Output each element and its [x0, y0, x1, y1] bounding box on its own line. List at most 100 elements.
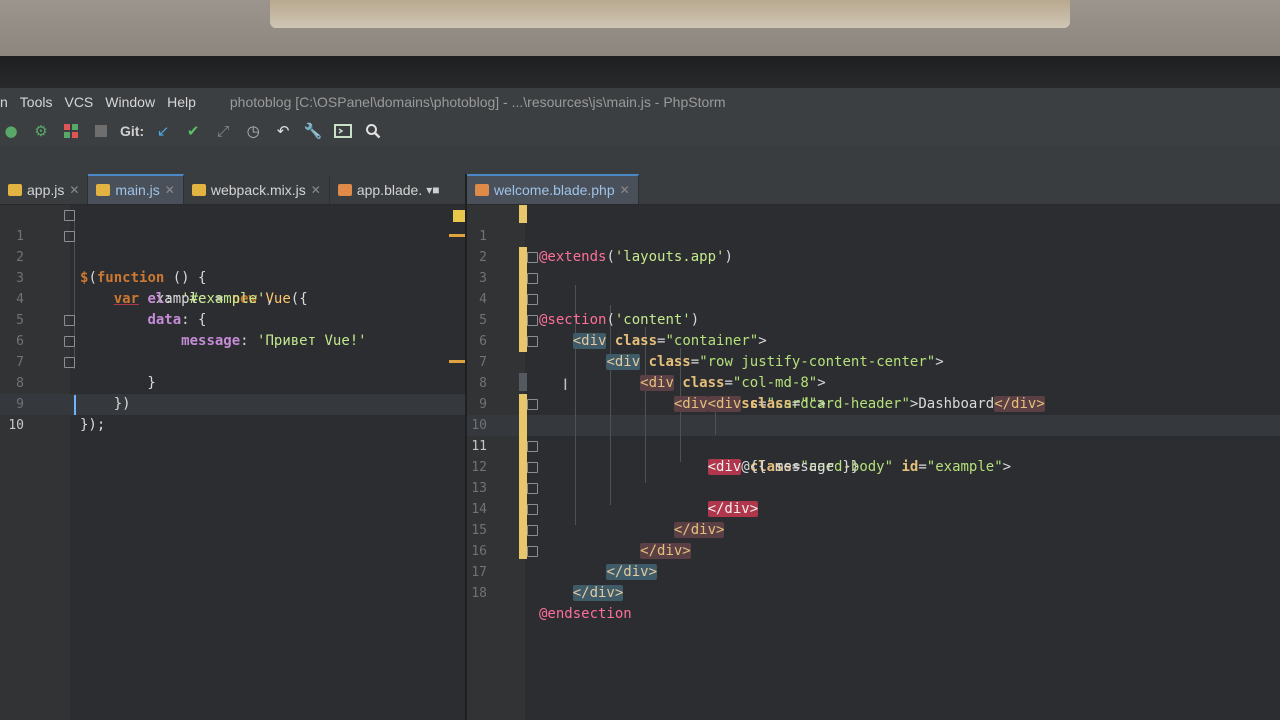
code-line: 9	[467, 373, 1280, 412]
coverage-icon[interactable]	[60, 120, 82, 142]
navigation-bar	[0, 146, 1280, 174]
tab-app-js[interactable]: app.js ✕	[0, 176, 89, 204]
tab-app-blade[interactable]: app.blade. ▾■	[330, 176, 448, 204]
code-line: 8 });	[0, 352, 465, 433]
git-label: Git:	[120, 123, 145, 139]
code-text: @endsection	[539, 606, 632, 622]
code-line: 7 <div class="card">	[467, 331, 1280, 412]
code-line: 13 </div>	[467, 457, 1280, 538]
fold-marker-icon[interactable]	[64, 315, 75, 326]
editor-welcome-blade[interactable]: 1 @extends('layouts.app') 2 3 @section('…	[467, 205, 1280, 720]
menu-item-window[interactable]: Window	[99, 94, 161, 110]
tab-label: app.js	[27, 182, 65, 198]
close-icon[interactable]: ✕	[311, 183, 321, 197]
fold-marker-icon[interactable]	[64, 231, 75, 242]
code-line: 3 @section('content')	[467, 247, 1280, 328]
fold-marker-icon[interactable]	[527, 504, 538, 515]
fold-marker-icon[interactable]	[527, 399, 538, 410]
fold-marker-icon[interactable]	[527, 252, 538, 263]
js-file-icon	[8, 184, 22, 196]
code-line: 2	[467, 226, 1280, 265]
menu-item-help[interactable]: Help	[161, 94, 202, 110]
terminal-icon[interactable]	[332, 120, 354, 142]
monitor-bezel	[0, 56, 1280, 92]
menu-item-vcs[interactable]: VCS	[58, 94, 99, 110]
left-tab-bar: app.js ✕ main.js ✕ webpack.mix.js ✕ app.…	[0, 174, 465, 205]
fold-marker-icon[interactable]	[64, 357, 75, 368]
vcs-update-icon[interactable]: ↙	[152, 120, 174, 142]
code-line: 9	[0, 373, 465, 412]
tab-label: main.js	[115, 182, 160, 198]
fold-marker-icon[interactable]	[527, 273, 538, 284]
right-tab-bar: welcome.blade.php ✕	[467, 174, 1280, 205]
phpstorm-window: n Tools VCS Window Help photoblog [C:\OS…	[0, 88, 1280, 720]
fold-marker-icon[interactable]	[527, 483, 538, 494]
code-text: </div>	[572, 585, 624, 601]
code-line: 8 <div class="card-header">Dashboard</di…	[467, 352, 1280, 412]
stop-icon[interactable]	[90, 120, 112, 142]
code-line: 15 </div>	[467, 499, 1280, 580]
blade-file-icon	[475, 184, 489, 196]
close-icon[interactable]: ✕	[69, 183, 79, 197]
search-icon[interactable]	[362, 120, 384, 142]
text-caret	[74, 395, 76, 415]
code-line: 2 var example = new Vue({	[0, 226, 465, 307]
warning-indicator-icon[interactable]	[453, 210, 465, 222]
tab-main-js[interactable]: main.js ✕	[88, 174, 184, 204]
background-shelf	[270, 0, 1070, 28]
vcs-commit-icon[interactable]: ✔	[182, 120, 204, 142]
code-line: 5 message: 'Привет Vue!'	[0, 289, 465, 349]
fold-marker-icon[interactable]	[64, 210, 75, 221]
tab-welcome-blade-php[interactable]: welcome.blade.php ✕	[467, 174, 639, 204]
error-stripe-mark[interactable]	[449, 360, 465, 363]
code-line: 16 </div>	[467, 520, 1280, 601]
line-number: 18	[471, 586, 487, 601]
fold-marker-icon[interactable]	[64, 336, 75, 347]
fold-marker-icon[interactable]	[527, 315, 538, 326]
code-line: 1 @extends('layouts.app')	[467, 205, 1280, 265]
code-line: 10 <div class="card-body" id="example">	[467, 394, 1280, 475]
code-line: 17 @endsection	[467, 541, 1280, 622]
code-line: 12 </div>	[467, 436, 1280, 517]
fold-marker-icon[interactable]	[527, 462, 538, 473]
tab-webpack-mix-js[interactable]: webpack.mix.js ✕	[184, 176, 330, 204]
tab-label: welcome.blade.php	[494, 182, 615, 198]
code-line: 4 data: {	[0, 268, 465, 328]
error-stripe-mark[interactable]	[449, 234, 465, 237]
code-line: 7 })	[0, 331, 465, 412]
code-line: 1 $(function () {	[0, 205, 465, 286]
menu-item-tools[interactable]: Tools	[14, 94, 59, 110]
code-line: 3 el: '#example',	[0, 247, 465, 307]
code-line: 11 @{{ message }}	[467, 415, 1280, 475]
menu-bar: n Tools VCS Window Help photoblog [C:\OS…	[0, 88, 1280, 116]
code-line: 10	[0, 394, 465, 433]
code-line: 4 <div class="container">	[467, 268, 1280, 349]
settings-wrench-icon[interactable]: 🔧	[302, 120, 324, 142]
tab-label: webpack.mix.js	[210, 182, 306, 198]
fold-marker-icon[interactable]	[527, 336, 538, 347]
code-line: 18	[467, 562, 1280, 601]
js-file-icon	[191, 184, 206, 196]
menu-item-partial[interactable]: n	[0, 94, 14, 110]
line-number: 10	[8, 418, 24, 433]
revert-icon[interactable]: ↶	[272, 120, 294, 142]
fold-marker-icon[interactable]	[527, 441, 538, 452]
code-text: });	[80, 417, 106, 433]
history-icon[interactable]: ◷	[242, 120, 264, 142]
close-icon[interactable]: ✕	[620, 183, 630, 197]
editor-main-js[interactable]: 1 $(function () { 2 var example = new Vu…	[0, 205, 465, 720]
fold-marker-icon[interactable]	[527, 294, 538, 305]
code-line: 6 }	[0, 310, 465, 391]
run-icon[interactable]: ●	[0, 120, 22, 142]
mouse-ibeam-cursor: I	[563, 375, 568, 394]
code-line: 14 </div>	[467, 478, 1280, 559]
tab-overflow-icon[interactable]: ▾■	[426, 183, 439, 197]
debug-icon[interactable]: ⚙	[30, 120, 52, 142]
vcs-push-icon[interactable]: ⤢	[212, 120, 234, 142]
fold-marker-icon[interactable]	[527, 525, 538, 536]
code-line: 6 <div class="col-md-8">	[467, 310, 1280, 391]
close-icon[interactable]: ✕	[165, 183, 175, 197]
fold-marker-icon[interactable]	[527, 546, 538, 557]
tab-label: app.blade.	[356, 182, 423, 198]
window-title: photoblog [C:\OSPanel\domains\photoblog]…	[229, 94, 726, 110]
